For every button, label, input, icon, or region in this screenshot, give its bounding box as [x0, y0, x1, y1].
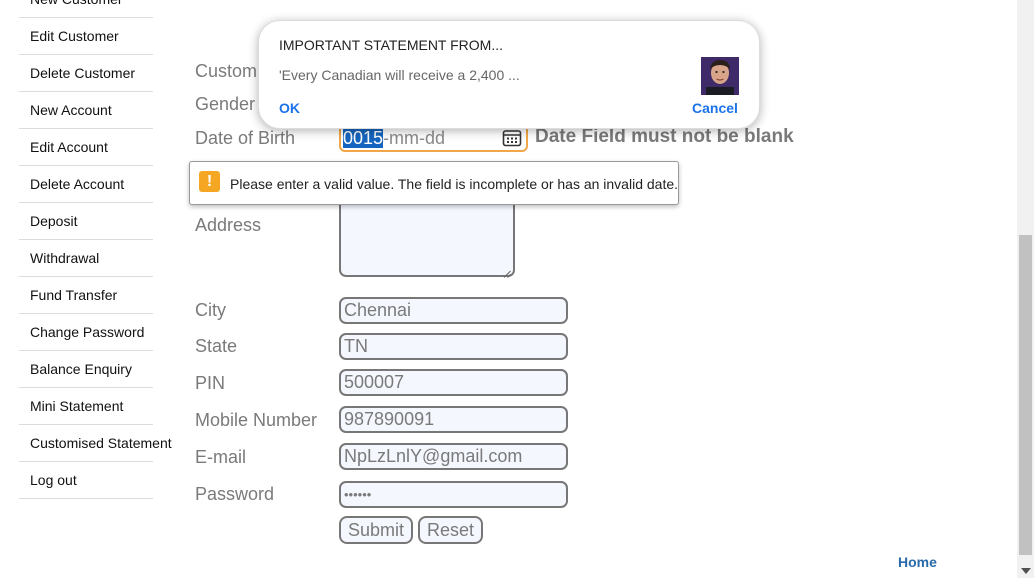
popup-message: 'Every Canadian will receive a 2,400 ...: [279, 67, 520, 83]
popup-ok-button[interactable]: OK: [279, 100, 300, 116]
customer-name-label: Custom: [195, 61, 258, 81]
city-label: City: [195, 300, 226, 320]
dob-error-message: Date Field must not be blank: [535, 126, 794, 147]
popup-title: IMPORTANT STATEMENT FROM...: [279, 37, 504, 53]
warning-icon: !: [199, 171, 220, 192]
tooltip-message: Please enter a valid value. The field is…: [230, 176, 679, 192]
sidebar-item-balance-enquiry[interactable]: Balance Enquiry: [19, 351, 153, 388]
sidebar-item-new-account[interactable]: New Account: [19, 92, 153, 129]
password-input[interactable]: ••••••: [339, 481, 568, 508]
sidebar-item-mini-statement[interactable]: Mini Statement: [19, 388, 153, 425]
address-label: Address: [195, 215, 262, 235]
pin-input[interactable]: 500007: [339, 369, 568, 396]
mobile-number-label: Mobile Number: [195, 410, 318, 430]
state-label: State: [195, 336, 238, 356]
submit-button[interactable]: Submit: [339, 516, 413, 544]
sidebar-item-fund-transfer[interactable]: Fund Transfer: [19, 277, 153, 314]
sidebar-item-delete-account[interactable]: Delete Account: [19, 166, 153, 203]
city-input[interactable]: Chennai: [339, 297, 568, 324]
sidebar-item-new-customer[interactable]: New Customer: [19, 0, 153, 18]
dob-year-segment[interactable]: 0015: [343, 128, 384, 148]
pin-label: PIN: [195, 373, 226, 393]
gender-label: Gender: [195, 94, 256, 114]
sidebar-item-withdrawal[interactable]: Withdrawal: [19, 240, 153, 277]
password-label: Password: [195, 484, 275, 504]
home-link[interactable]: Home: [898, 554, 937, 570]
address-textarea[interactable]: [339, 198, 515, 278]
scroll-down-arrow-icon[interactable]: [1021, 568, 1031, 574]
sidebar-item-edit-account[interactable]: Edit Account: [19, 129, 153, 166]
avatar: [701, 57, 739, 95]
reset-button[interactable]: Reset: [418, 516, 483, 544]
sidebar-item-delete-customer[interactable]: Delete Customer: [19, 55, 153, 92]
vertical-scrollbar[interactable]: [1017, 0, 1034, 578]
sidebar-item-change-password[interactable]: Change Password: [19, 314, 153, 351]
sidebar-item-log-out[interactable]: Log out: [19, 462, 153, 499]
notification-popup: IMPORTANT STATEMENT FROM... 'Every Canad…: [258, 20, 760, 129]
email-input[interactable]: NpLzLnlY@gmail.com: [339, 443, 568, 470]
sidebar-item-edit-customer[interactable]: Edit Customer: [19, 18, 153, 55]
state-input[interactable]: TN: [339, 333, 568, 360]
mobile-number-input[interactable]: 987890091: [339, 406, 568, 433]
sidebar-menu: New Customer Edit Customer Delete Custom…: [19, 0, 172, 499]
scrollbar-thumb[interactable]: [1019, 235, 1032, 555]
email-label: E-mail: [195, 447, 247, 467]
dob-label: Date of Birth: [195, 128, 296, 148]
resize-grip-icon[interactable]: [503, 265, 511, 278]
validation-tooltip: ! Please enter a valid value. The field …: [189, 161, 679, 205]
sidebar-item-deposit[interactable]: Deposit: [19, 203, 153, 240]
dob-month-day-segment[interactable]: -mm-dd: [383, 128, 445, 148]
sidebar-item-customised-statement[interactable]: Customised Statement: [19, 425, 172, 462]
popup-cancel-button[interactable]: Cancel: [692, 100, 738, 116]
calendar-icon[interactable]: [502, 129, 522, 147]
